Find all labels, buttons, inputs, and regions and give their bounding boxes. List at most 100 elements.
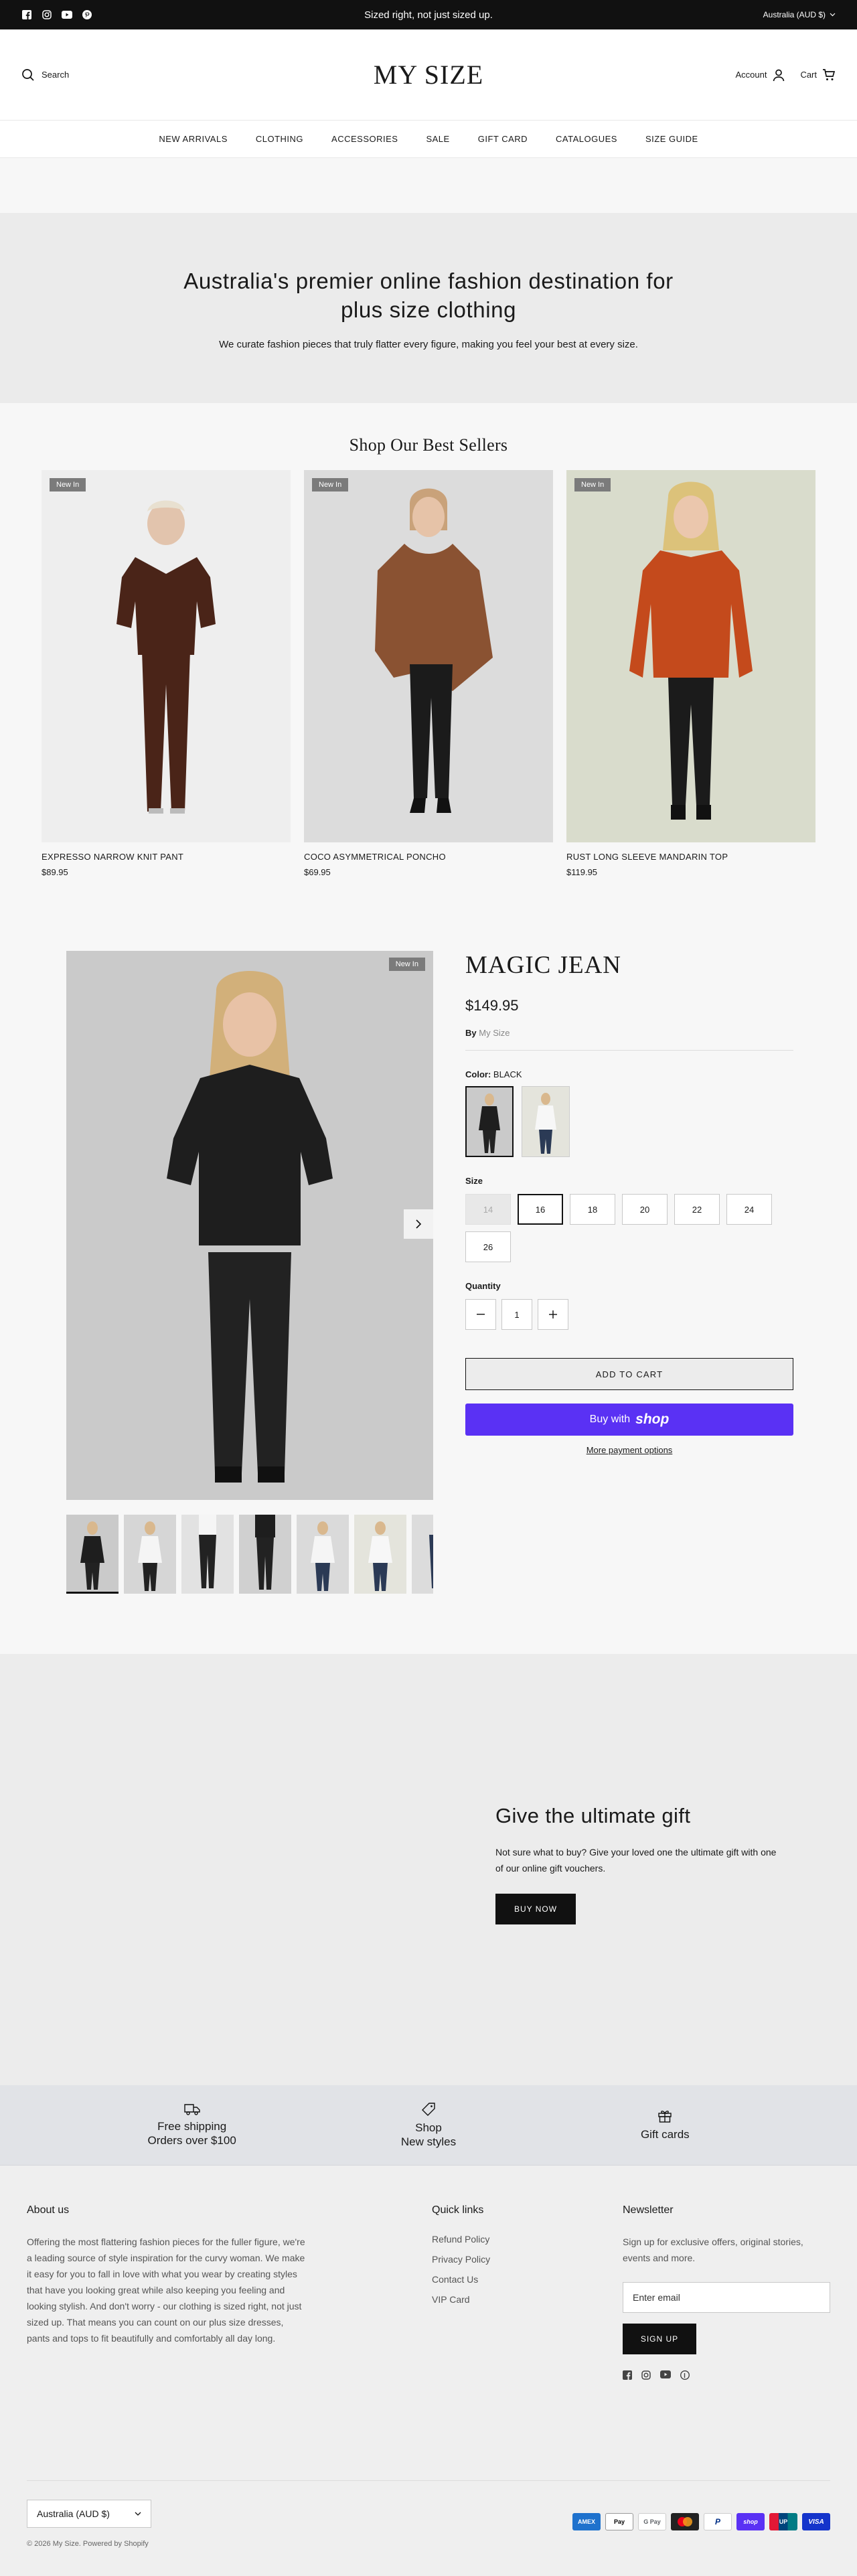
thumbnail[interactable] bbox=[124, 1515, 176, 1594]
youtube-icon[interactable] bbox=[62, 9, 72, 20]
product-name[interactable]: EXPRESSO NARROW KNIT PANT bbox=[42, 852, 291, 862]
country-label: Australia (AUD $) bbox=[763, 10, 826, 19]
footer-link-contact-us[interactable]: Contact Us bbox=[432, 2274, 623, 2285]
amex-icon: AMEX bbox=[572, 2513, 601, 2530]
new-in-badge: New In bbox=[388, 958, 425, 971]
instagram-icon[interactable] bbox=[42, 9, 52, 20]
quantity-input[interactable]: 1 bbox=[501, 1299, 532, 1330]
size-option-14[interactable]: 14 bbox=[465, 1194, 511, 1225]
newsletter-heading: Newsletter bbox=[623, 2204, 674, 2216]
size-option-20[interactable]: 20 bbox=[622, 1194, 668, 1225]
footer-social-links bbox=[623, 2370, 830, 2380]
thumbnail[interactable] bbox=[181, 1515, 234, 1594]
size-option-24[interactable]: 24 bbox=[726, 1194, 772, 1225]
feature-shop[interactable]: Shop New styles bbox=[341, 2102, 516, 2149]
feature-line2: New styles bbox=[400, 2135, 457, 2148]
product-card[interactable]: New In RUST LONG SLEEVE MANDARIN TOP $11… bbox=[566, 470, 815, 877]
vendor-link[interactable]: My Size bbox=[479, 1028, 510, 1038]
new-in-badge: New In bbox=[312, 478, 349, 491]
cart-link[interactable]: Cart bbox=[800, 68, 836, 82]
feature-gift-cards[interactable]: Gift cards bbox=[578, 2109, 752, 2141]
size-option-18[interactable]: 18 bbox=[570, 1194, 615, 1225]
site-logo[interactable]: MY SIZE bbox=[0, 59, 857, 90]
product-name[interactable]: RUST LONG SLEEVE MANDARIN TOP bbox=[566, 852, 815, 862]
buy-now-button[interactable]: BUY NOW bbox=[495, 1894, 576, 1924]
announcement-bar: Sized right, not just sized up. Australi… bbox=[0, 0, 857, 29]
country-selector-top[interactable]: Australia (AUD $) bbox=[763, 10, 836, 19]
instagram-icon[interactable] bbox=[641, 2370, 651, 2380]
color-swatches bbox=[465, 1086, 793, 1157]
account-link[interactable]: Account bbox=[735, 68, 785, 82]
copyright: © 2026 My Size. Powered by Shopify bbox=[27, 2540, 149, 2548]
gift-heading: Give the ultimate gift bbox=[495, 1804, 691, 1827]
color-swatch-black[interactable] bbox=[465, 1086, 514, 1157]
union-pay-icon: UP bbox=[769, 2513, 797, 2530]
thumbnail[interactable] bbox=[239, 1515, 291, 1594]
quick-links-heading: Quick links bbox=[432, 2204, 484, 2216]
tag-icon bbox=[341, 2102, 516, 2117]
color-label: Color: BLACK bbox=[465, 1069, 793, 1079]
quantity-label: Quantity bbox=[465, 1281, 501, 1291]
nav-item-new-arrivals[interactable]: NEW ARRIVALS bbox=[157, 130, 229, 148]
feature-free-shipping[interactable]: Free shipping Orders over $100 bbox=[105, 2103, 279, 2147]
product-card[interactable]: New In COCO ASYMMETRICAL PONCHO $69.95 bbox=[304, 470, 553, 877]
shop-pay-logo: shop bbox=[635, 1412, 670, 1427]
nav-item-size-guide[interactable]: SIZE GUIDE bbox=[644, 130, 700, 148]
facebook-icon[interactable] bbox=[623, 2370, 632, 2380]
shop-pay-button[interactable]: Buy with shop bbox=[465, 1404, 793, 1436]
size-option-26[interactable]: 26 bbox=[465, 1231, 511, 1262]
buy-with-label: Buy with bbox=[589, 1414, 631, 1425]
product-card[interactable]: New In EXPRESSO NARROW KNIT PANT $89.95 bbox=[42, 470, 291, 877]
search-button[interactable]: Search bbox=[21, 68, 69, 82]
nav-item-clothing[interactable]: CLOTHING bbox=[254, 130, 305, 148]
email-input[interactable]: Enter email bbox=[623, 2282, 830, 2313]
country-selector[interactable]: Australia (AUD $) bbox=[27, 2500, 151, 2528]
by-label: By bbox=[465, 1028, 477, 1038]
footer-link-refund-policy[interactable]: Refund Policy bbox=[432, 2234, 623, 2245]
newsletter-text: Sign up for exclusive offers, original s… bbox=[623, 2237, 803, 2263]
next-image-button[interactable] bbox=[404, 1209, 433, 1239]
product-price: $69.95 bbox=[304, 867, 331, 877]
about-text: Offering the most flattering fashion pie… bbox=[27, 2237, 305, 2344]
thumbnail[interactable] bbox=[354, 1515, 406, 1594]
vendor-line: By My Size bbox=[465, 1028, 793, 1051]
country-label: Australia (AUD $) bbox=[37, 2508, 110, 2519]
youtube-icon[interactable] bbox=[660, 2370, 671, 2380]
site-header: Search MY SIZE Account Cart bbox=[0, 29, 857, 121]
banner-placeholder bbox=[0, 158, 857, 213]
quantity-increase-button[interactable] bbox=[538, 1299, 568, 1330]
footer-link-privacy-policy[interactable]: Privacy Policy bbox=[432, 2254, 623, 2265]
nav-item-sale[interactable]: SALE bbox=[424, 130, 451, 148]
nav-item-catalogues[interactable]: CATALOGUES bbox=[554, 130, 619, 148]
hero-text-section: Australia's premier online fashion desti… bbox=[0, 213, 857, 403]
nav-item-accessories[interactable]: ACCESSORIES bbox=[330, 130, 399, 148]
sign-up-button[interactable]: SIGN UP bbox=[623, 2324, 696, 2354]
add-to-cart-button[interactable]: ADD TO CART bbox=[465, 1358, 793, 1390]
mastercard-icon bbox=[671, 2513, 699, 2530]
color-label-text: Color: bbox=[465, 1069, 491, 1079]
thumbnail[interactable] bbox=[297, 1515, 349, 1594]
footer-newsletter: Newsletter Sign up for exclusive offers,… bbox=[623, 2204, 830, 2480]
size-option-22[interactable]: 22 bbox=[674, 1194, 720, 1225]
pinterest-icon[interactable] bbox=[680, 2370, 690, 2380]
nav-item-gift-card[interactable]: GIFT CARD bbox=[477, 130, 529, 148]
footer-link-vip-card[interactable]: VIP Card bbox=[432, 2294, 623, 2305]
product-image[interactable]: New In bbox=[566, 470, 815, 842]
thumbnail[interactable] bbox=[66, 1515, 119, 1594]
facebook-icon[interactable] bbox=[21, 9, 32, 20]
site-footer: About us Offering the most flattering fa… bbox=[0, 2166, 857, 2576]
product-price: $119.95 bbox=[566, 867, 598, 877]
thumbnail[interactable] bbox=[412, 1515, 433, 1594]
hero-subtitle: We curate fashion pieces that truly flat… bbox=[219, 338, 638, 350]
size-label: Size bbox=[465, 1176, 483, 1186]
product-image[interactable]: New In bbox=[304, 470, 553, 842]
more-payment-options-link[interactable]: More payment options bbox=[465, 1445, 793, 1455]
product-image[interactable]: New In bbox=[42, 470, 291, 842]
product-main-image[interactable]: New In bbox=[66, 951, 433, 1500]
pinterest-icon[interactable] bbox=[82, 9, 92, 20]
social-links bbox=[21, 9, 92, 20]
size-option-16[interactable]: 16 bbox=[518, 1194, 563, 1225]
quantity-decrease-button[interactable] bbox=[465, 1299, 496, 1330]
product-name[interactable]: COCO ASYMMETRICAL PONCHO bbox=[304, 852, 553, 862]
color-swatch-navy[interactable] bbox=[522, 1086, 570, 1157]
